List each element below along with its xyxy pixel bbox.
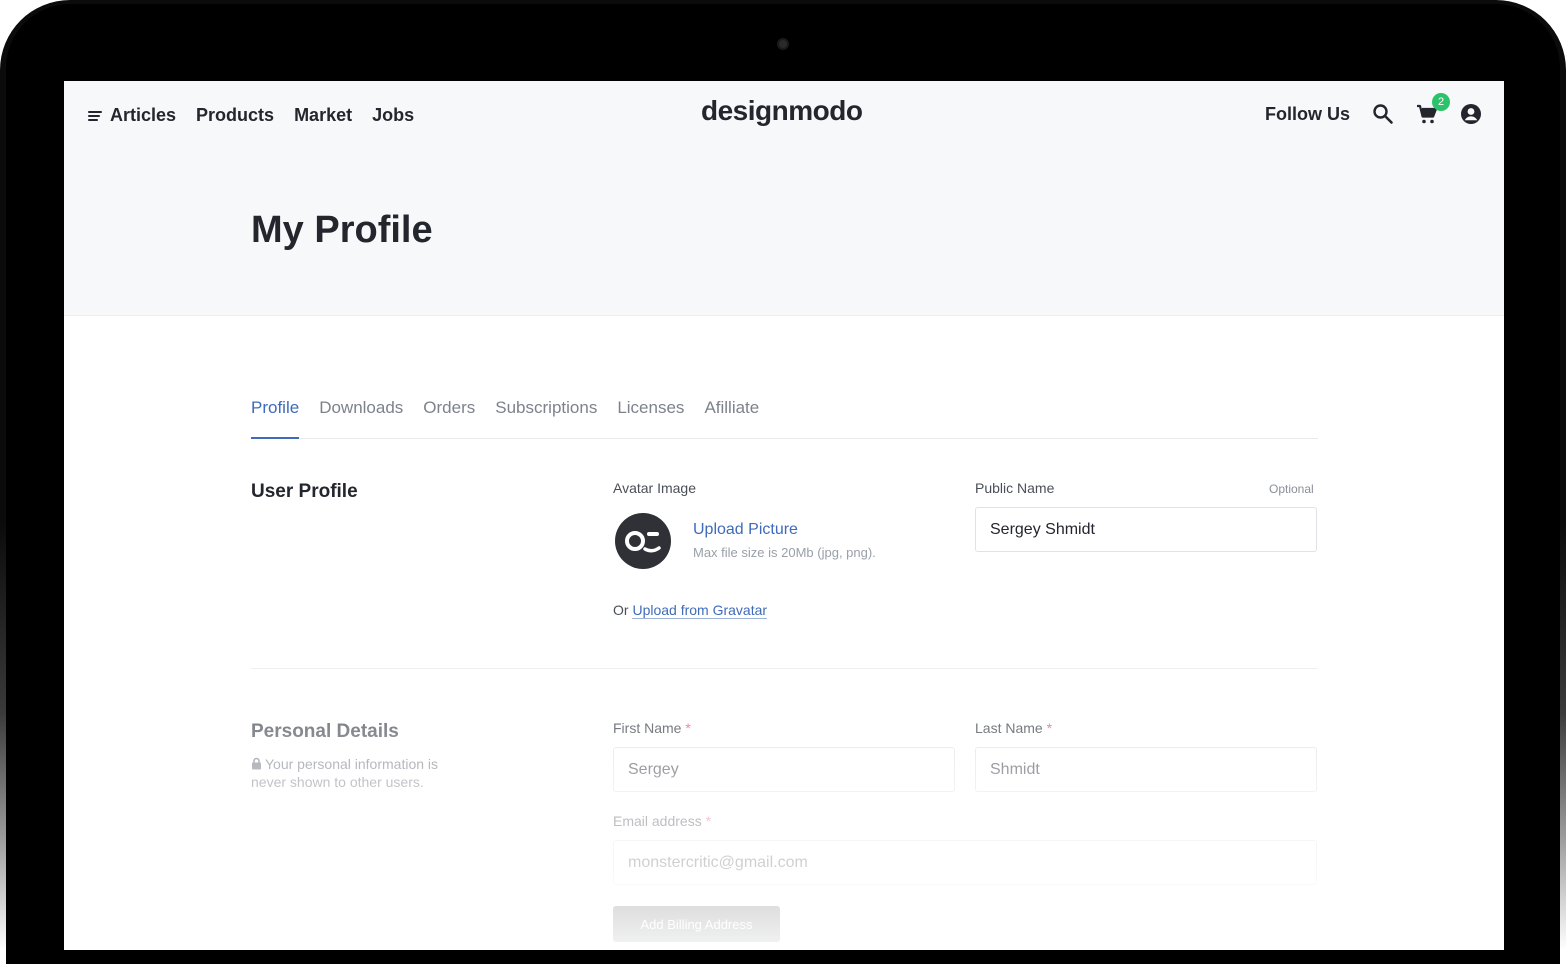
account-icon[interactable] bbox=[1460, 103, 1482, 125]
personal-details-title: Personal Details bbox=[251, 721, 399, 742]
site-logo[interactable]: designmodo bbox=[701, 95, 863, 127]
gravatar-row: Or Upload from Gravatar bbox=[613, 602, 768, 619]
gravatar-link[interactable]: Upload from Gravatar bbox=[632, 602, 768, 619]
header-actions: Follow Us 2 bbox=[1265, 93, 1482, 125]
email-label-text: Email address bbox=[613, 813, 702, 829]
search-icon[interactable] bbox=[1372, 103, 1394, 125]
privacy-note: Your personal information is never shown… bbox=[251, 755, 466, 791]
tab-subscriptions[interactable]: Subscriptions bbox=[495, 396, 597, 439]
first-name-label-text: First Name bbox=[613, 720, 682, 736]
upload-picture-link[interactable]: Upload Picture bbox=[693, 521, 798, 539]
tab-profile[interactable]: Profile bbox=[251, 396, 300, 439]
last-name-label: Last Name * bbox=[975, 720, 1052, 736]
privacy-note-text: Your personal information is never shown… bbox=[251, 756, 439, 790]
nav-jobs[interactable]: Jobs bbox=[372, 105, 414, 126]
avatar[interactable] bbox=[615, 513, 671, 569]
avatar-label: Avatar Image bbox=[613, 480, 697, 496]
profile-tabs: Profile Downloads Orders Subscriptions L… bbox=[251, 396, 1318, 439]
section-divider bbox=[251, 668, 1318, 669]
optional-text: Optional bbox=[1269, 482, 1314, 496]
first-name-input[interactable]: Sergey bbox=[613, 747, 955, 792]
upload-hint: Max file size is 20Mb (jpg, png). bbox=[693, 545, 876, 560]
screen: Articles Products Market Jobs designmodo… bbox=[64, 81, 1504, 950]
cart-count-badge: 2 bbox=[1432, 93, 1450, 111]
last-name-label-text: Last Name bbox=[975, 720, 1043, 736]
page-header: Articles Products Market Jobs designmodo… bbox=[64, 81, 1504, 316]
add-billing-address-button[interactable]: Add Billing Address bbox=[613, 906, 780, 942]
camera-icon bbox=[777, 38, 789, 50]
or-text: Or bbox=[613, 602, 629, 618]
tab-affiliate[interactable]: Afilliate bbox=[704, 396, 759, 439]
nav-market[interactable]: Market bbox=[294, 105, 352, 126]
tab-downloads[interactable]: Downloads bbox=[319, 396, 403, 439]
user-profile-title: User Profile bbox=[251, 481, 358, 502]
email-label: Email address * bbox=[613, 813, 711, 829]
main-nav: Articles Products Market Jobs bbox=[88, 105, 414, 126]
menu-icon bbox=[88, 110, 102, 121]
nav-articles[interactable]: Articles bbox=[88, 105, 176, 126]
required-mark: * bbox=[1046, 720, 1053, 736]
nav-products[interactable]: Products bbox=[196, 105, 274, 126]
tab-licenses[interactable]: Licenses bbox=[617, 396, 684, 439]
public-name-input[interactable]: Sergey Shmidt bbox=[975, 507, 1317, 552]
public-name-label: Public Name bbox=[975, 480, 1055, 496]
follow-us-link[interactable]: Follow Us bbox=[1265, 104, 1350, 125]
last-name-input[interactable]: Shmidt bbox=[975, 747, 1317, 792]
tab-orders[interactable]: Orders bbox=[423, 396, 475, 439]
required-mark: * bbox=[705, 813, 712, 829]
email-input[interactable]: monstercritic@gmail.com bbox=[613, 840, 1317, 885]
cart-icon[interactable]: 2 bbox=[1416, 93, 1450, 125]
lock-icon bbox=[251, 756, 262, 770]
required-mark: * bbox=[685, 720, 691, 736]
nav-articles-label: Articles bbox=[110, 105, 177, 125]
first-name-label: First Name * bbox=[613, 720, 691, 736]
page-title: My Profile bbox=[251, 209, 433, 251]
